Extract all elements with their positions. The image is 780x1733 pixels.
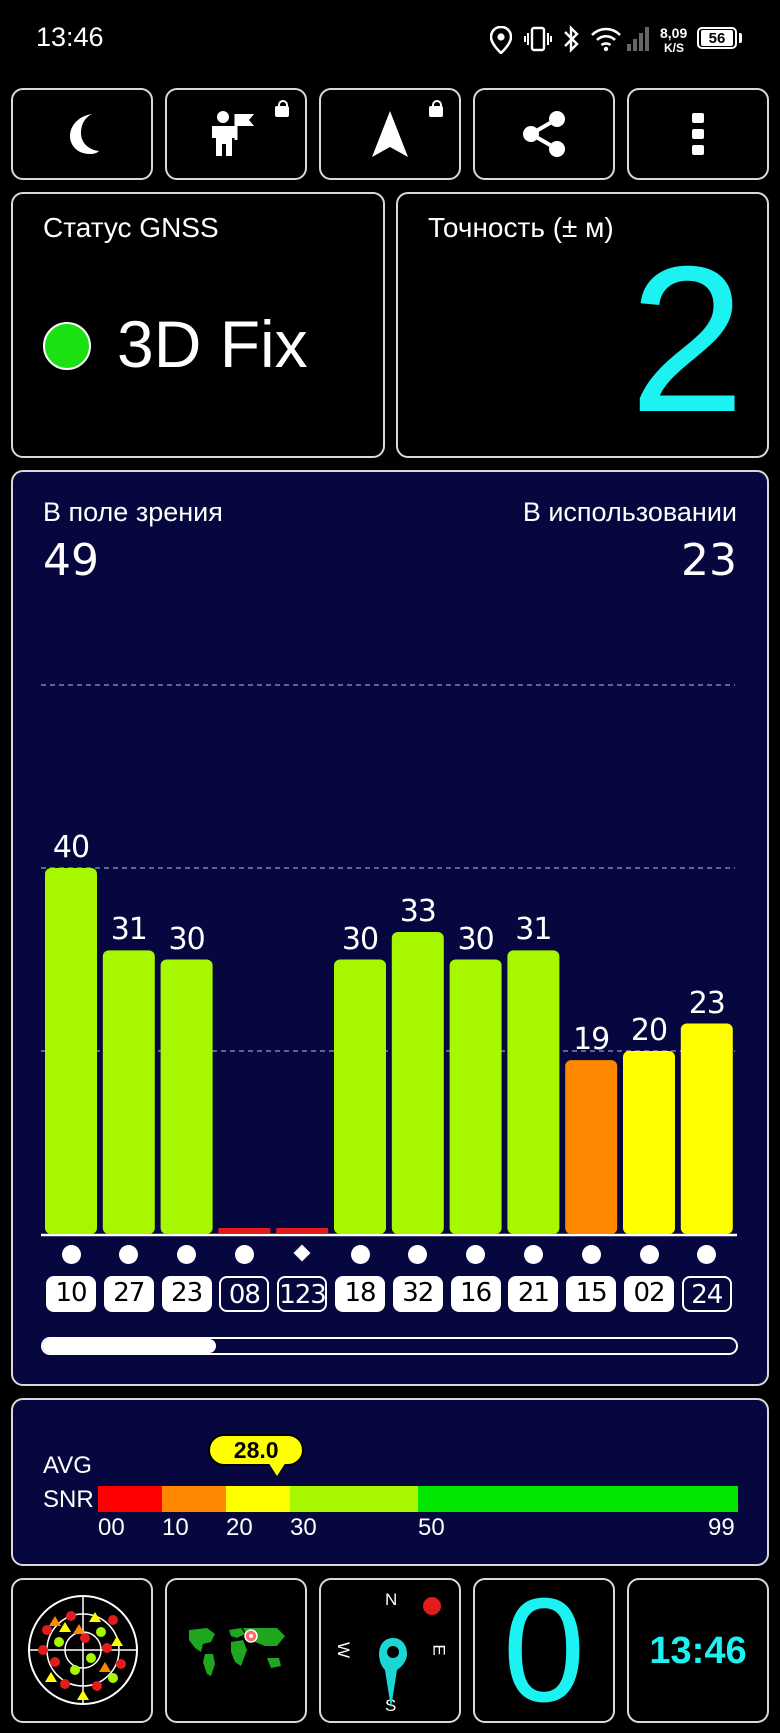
compass-north: N xyxy=(385,1590,398,1609)
snr-tick-label: 20 xyxy=(226,1514,253,1541)
satellite-prn-label[interactable]: 24 xyxy=(681,1276,732,1312)
world-map-button[interactable] xyxy=(165,1578,307,1723)
satellite-count-tile[interactable]: 0 xyxy=(473,1568,615,1733)
compass-button[interactable]: N E S W xyxy=(319,1578,461,1723)
satellite-prn-label[interactable]: 15 xyxy=(566,1276,617,1312)
satellite-prn-label[interactable]: 32 xyxy=(392,1276,443,1312)
marker-dot xyxy=(350,1245,370,1264)
signal-bar[interactable] xyxy=(623,1051,675,1234)
satellite-prn-label[interactable]: 23 xyxy=(161,1276,212,1312)
marker-dot xyxy=(177,1245,197,1264)
signal-bar[interactable] xyxy=(507,950,560,1234)
bar-value-label: 19 xyxy=(573,1022,610,1058)
sky-view-button[interactable] xyxy=(11,1578,153,1723)
marker-dot xyxy=(61,1245,81,1264)
snr-segment xyxy=(226,1486,290,1512)
snr-segment xyxy=(98,1486,162,1512)
satellite-prn-label[interactable]: 10 xyxy=(46,1276,96,1312)
marker-dot xyxy=(523,1245,543,1264)
marker-dot xyxy=(466,1245,486,1264)
signal-bar[interactable] xyxy=(160,959,213,1235)
signal-bar[interactable] xyxy=(449,959,502,1235)
snr-tick-label: 50 xyxy=(418,1514,445,1541)
satellite-prn-label[interactable]: 123 xyxy=(277,1276,328,1312)
snr-segment xyxy=(418,1486,738,1512)
bar-value-label: 40 xyxy=(52,830,90,865)
bar-value-label: 31 xyxy=(110,912,148,948)
snr-avg-marker: 28.0 xyxy=(208,1434,305,1480)
fix-count: 0 xyxy=(502,1568,586,1733)
signal-bar[interactable] xyxy=(102,950,155,1234)
snr-tick-label: 30 xyxy=(290,1514,317,1541)
marker-dot xyxy=(234,1245,254,1264)
snr-avg-value: 28.0 xyxy=(233,1437,279,1463)
snr-segment xyxy=(162,1486,226,1512)
marker-dot xyxy=(581,1245,601,1264)
signal-bar[interactable] xyxy=(391,932,444,1234)
bar-value-label: 20 xyxy=(630,1013,668,1048)
signal-bar[interactable] xyxy=(45,868,97,1234)
satellite-prn-label[interactable]: 27 xyxy=(103,1276,154,1312)
signal-bar[interactable] xyxy=(565,1060,618,1234)
snr-label-snr: SNR xyxy=(43,1486,94,1513)
marker-dot xyxy=(639,1245,659,1264)
signal-bar[interactable] xyxy=(334,959,386,1235)
satellite-prn-label[interactable]: 18 xyxy=(335,1276,385,1312)
satellite-prn-label[interactable]: 02 xyxy=(624,1276,674,1312)
snr-tick-label: 00 xyxy=(98,1514,125,1541)
signal-bar[interactable] xyxy=(218,1228,271,1234)
clock-tile[interactable]: 13:46 xyxy=(627,1578,769,1723)
signal-bar-chart xyxy=(41,684,737,1237)
bar-value-label: 23 xyxy=(688,985,726,1021)
snr-label-avg: AVG xyxy=(43,1452,92,1479)
sun-marker xyxy=(423,1597,441,1615)
bar-value-label: 30 xyxy=(457,921,495,957)
sky-radar-icon xyxy=(28,1595,138,1705)
satellite-prn-label[interactable]: 21 xyxy=(508,1276,559,1312)
bar-value-label: 30 xyxy=(341,921,379,957)
bar-value-label: 31 xyxy=(515,912,552,948)
snr-segment xyxy=(290,1486,418,1512)
compass-west: W xyxy=(334,1641,354,1659)
chart-scrollbar[interactable] xyxy=(41,1337,738,1355)
compass-east: E xyxy=(429,1644,449,1656)
snr-scale xyxy=(98,1486,738,1512)
bar-value-label: 33 xyxy=(399,894,437,930)
clock-value: 13:46 xyxy=(649,1630,747,1672)
signal-bar[interactable] xyxy=(276,1228,329,1234)
world-map-icon xyxy=(181,1622,293,1682)
snr-tick-label: 10 xyxy=(162,1514,189,1541)
satellite-prn-label[interactable]: 16 xyxy=(450,1276,501,1312)
compass-needle-icon xyxy=(379,1638,407,1708)
scrollbar-thumb[interactable] xyxy=(43,1339,217,1353)
bar-value-label: 30 xyxy=(168,921,206,957)
satellite-prn-label[interactable]: 08 xyxy=(219,1276,270,1312)
signal-bar[interactable] xyxy=(680,1023,733,1234)
snr-tick-label: 99 xyxy=(708,1514,735,1541)
